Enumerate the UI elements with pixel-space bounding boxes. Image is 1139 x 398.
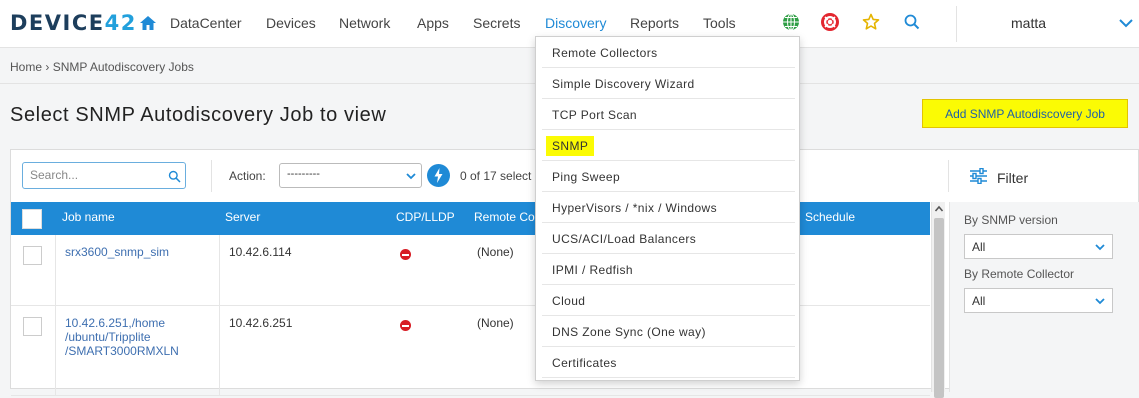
run-action-button[interactable] [427,164,450,187]
menu-item-ucs-aci-load-balancers[interactable]: UCS/ACI/Load Balancers [542,223,795,254]
disabled-icon [400,320,411,331]
job-name-link[interactable]: srx3600_snmp_sim [65,245,169,259]
lifebuoy-icon[interactable] [821,13,839,31]
menu-item-tcp-port-scan[interactable]: TCP Port Scan [542,99,795,130]
filter-divider [948,160,949,192]
filter-select-value: All [972,240,986,254]
action-select[interactable]: --------- [279,163,422,188]
menu-item-simple-discovery-wizard[interactable]: Simple Discovery Wizard [542,68,795,99]
chevron-down-icon[interactable] [1118,15,1134,31]
job-name-line: /ubuntu/Tripplite [65,330,151,344]
user-name[interactable]: matta [1011,15,1046,31]
scrollbar-thumb[interactable] [934,218,944,398]
action-select-value: --------- [287,168,320,180]
device42-logo[interactable]: DEVICE42 [10,11,137,35]
menu-item-ping-sweep[interactable]: Ping Sweep [542,161,795,192]
breadcrumb-separator: › [45,60,50,74]
menu-item-snmp-label: SNMP [546,136,595,156]
nav-datacenter[interactable]: DataCenter [170,15,242,31]
column-divider [55,235,56,306]
menu-item-snmp[interactable]: SNMP [542,130,795,161]
job-name-line: /SMART3000RMXLN [65,344,179,358]
breadcrumb-current: SNMP Autodiscovery Jobs [52,60,194,74]
lightning-icon [434,168,443,183]
column-divider [219,306,220,396]
column-server[interactable]: Server [225,210,260,224]
nav-reports[interactable]: Reports [630,15,679,31]
nav-network[interactable]: Network [339,15,390,31]
add-snmp-job-button[interactable]: Add SNMP Autodiscovery Job [922,99,1128,128]
table-scrollbar[interactable] [931,202,945,398]
chevron-down-icon [1095,244,1105,251]
remote-collector-cell: (None) [477,316,514,330]
column-schedule[interactable]: Schedule [805,210,855,224]
job-name-line: 10.42.6.251,/home [65,316,166,330]
column-divider [55,306,56,396]
filter-select-value: All [972,294,986,308]
globe-icon[interactable] [782,13,800,31]
disabled-icon [400,249,411,260]
scroll-up-icon[interactable] [934,204,944,214]
select-all-checkbox[interactable] [22,209,42,229]
menu-item-dns-zone-sync[interactable]: DNS Zone Sync (One way) [542,316,795,347]
selection-count: 0 of 17 select [460,169,532,183]
server-cell: 10.42.6.114 [229,245,292,259]
toolbar-divider [211,160,212,192]
filter-snmp-version-label: By SNMP version [964,213,1058,227]
column-job-name[interactable]: Job name [62,210,115,224]
row-checkbox[interactable] [23,317,42,336]
home-icon[interactable] [139,14,157,32]
filter-remote-collector-label: By Remote Collector [964,267,1075,281]
breadcrumb-home[interactable]: Home [10,60,42,74]
column-divider [219,235,220,306]
job-name-link[interactable]: 10.42.6.251,/home /ubuntu/Tripplite /SMA… [65,316,179,358]
nav-tools[interactable]: Tools [703,15,736,31]
menu-item-cloud[interactable]: Cloud [542,285,795,316]
remote-collector-cell: (None) [477,245,514,259]
nav-discovery[interactable]: Discovery [545,15,606,31]
action-label: Action: [229,169,266,183]
search-icon[interactable] [168,170,181,183]
row-checkbox[interactable] [23,246,42,265]
filter-sliders-icon[interactable] [969,168,988,184]
chevron-down-icon [406,173,416,180]
menu-item-certificates[interactable]: Certificates [542,347,795,378]
star-icon[interactable] [862,13,880,31]
filter-snmp-version-select[interactable]: All [964,234,1113,259]
search-icon[interactable] [903,13,921,31]
menu-item-hypervisors[interactable]: HyperVisors / *nix / Windows [542,192,795,223]
menu-item-remote-collectors[interactable]: Remote Collectors [542,37,795,68]
filter-title[interactable]: Filter [997,170,1028,186]
nav-apps[interactable]: Apps [417,15,449,31]
nav-secrets[interactable]: Secrets [473,15,520,31]
search-input[interactable]: Search... [22,162,186,189]
nav-devices[interactable]: Devices [266,15,316,31]
chevron-down-icon [1095,298,1105,305]
nav-divider [956,6,957,42]
page-title: Select SNMP Autodiscovery Job to view [10,104,387,126]
filter-remote-collector-select[interactable]: All [964,288,1113,313]
column-remote-collector[interactable]: Remote Col [474,210,537,224]
search-placeholder: Search... [30,168,79,182]
discovery-dropdown-menu: Remote Collectors Simple Discovery Wizar… [535,36,800,381]
column-cdp-lldp[interactable]: CDP/LLDP [396,210,455,224]
server-cell: 10.42.6.251 [229,316,293,330]
menu-item-ipmi-redfish[interactable]: IPMI / Redfish [542,254,795,285]
